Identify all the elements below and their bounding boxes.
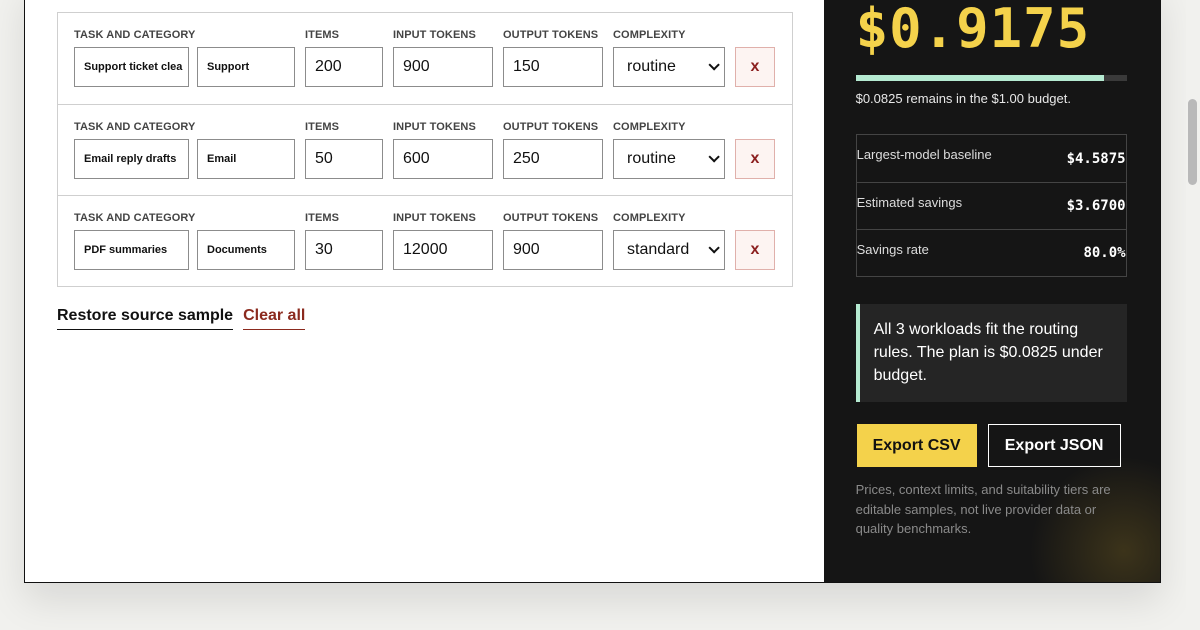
stat-value: $3.6700 — [1066, 198, 1126, 214]
output-tokens-input[interactable]: 250 — [503, 139, 603, 179]
status-note: All 3 workloads fit the routing rules. T… — [855, 304, 1127, 402]
category-input[interactable]: Email — [197, 139, 295, 179]
input-tokens-input[interactable]: 900 — [393, 47, 493, 87]
stats-table: Largest-model baseline $4.5875 Estimated… — [855, 134, 1127, 277]
task-category-label: TASK AND CATEGORY — [74, 29, 196, 41]
stat-savings: Estimated savings $3.6700 — [856, 182, 1126, 229]
output-tokens-label: OUTPUT TOKENS — [503, 29, 599, 41]
app-page: TASK AND CATEGORY ITEMS INPUT TOKENS OUT… — [24, 0, 1161, 583]
items-input[interactable]: 30 — [305, 230, 383, 270]
chevron-down-icon — [708, 151, 720, 163]
disclaimer-text: Prices, context limits, and suitability … — [855, 482, 1111, 536]
clear-all-button[interactable]: Clear all — [243, 307, 306, 330]
task-input[interactable]: PDF summaries — [74, 230, 189, 270]
scrollbar-track[interactable] — [1186, 0, 1200, 630]
category-input[interactable]: Support — [197, 47, 295, 87]
input-tokens-label: INPUT TOKENS — [393, 121, 476, 133]
items-label: ITEMS — [305, 29, 340, 41]
complexity-value: standard — [627, 241, 690, 258]
summary-panel: $0.9175 $0.0825 remains in the $1.00 bud… — [823, 0, 1160, 582]
complexity-label: COMPLEXITY — [613, 29, 686, 41]
stat-value: $4.5875 — [1066, 150, 1126, 167]
stat-label: Estimated savings — [856, 194, 963, 210]
task-category-label: TASK AND CATEGORY — [74, 121, 196, 133]
input-tokens-input[interactable]: 12000 — [393, 230, 493, 270]
complexity-value: routine — [627, 58, 676, 75]
stat-savings-rate: Savings rate 80.0% — [856, 229, 1126, 276]
budget-progress-fill — [855, 75, 1105, 81]
list-actions: Restore source sample Clear all — [57, 307, 306, 330]
stat-baseline: Largest-model baseline $4.5875 — [857, 135, 1126, 182]
remove-row-button[interactable]: x — [735, 230, 775, 270]
task-category-label: TASK AND CATEGORY — [74, 212, 196, 224]
chevron-down-icon — [708, 59, 720, 71]
items-label: ITEMS — [305, 121, 340, 133]
complexity-select[interactable]: routine — [613, 47, 725, 87]
total-cost: $0.9175 — [855, 0, 1091, 60]
stat-label: Savings rate — [856, 241, 929, 257]
chevron-down-icon — [708, 242, 720, 254]
complexity-label: COMPLEXITY — [613, 212, 686, 224]
stat-label: Largest-model baseline — [856, 147, 992, 162]
input-tokens-input[interactable]: 600 — [393, 139, 493, 179]
complexity-label: COMPLEXITY — [613, 121, 686, 133]
workload-row: TASK AND CATEGORY ITEMS INPUT TOKENS OUT… — [58, 104, 792, 195]
restore-sample-button[interactable]: Restore source sample — [57, 307, 234, 330]
budget-progress-bar — [855, 75, 1127, 81]
workload-list: TASK AND CATEGORY ITEMS INPUT TOKENS OUT… — [57, 12, 793, 287]
task-input[interactable]: Email reply drafts — [74, 139, 189, 179]
items-label: ITEMS — [305, 212, 340, 224]
workload-row: TASK AND CATEGORY ITEMS INPUT TOKENS OUT… — [58, 195, 792, 286]
output-tokens-label: OUTPUT TOKENS — [503, 121, 599, 133]
items-input[interactable]: 200 — [305, 47, 383, 87]
input-tokens-label: INPUT TOKENS — [393, 29, 476, 41]
output-tokens-input[interactable]: 150 — [503, 47, 603, 87]
items-input[interactable]: 50 — [305, 139, 383, 179]
input-tokens-label: INPUT TOKENS — [393, 212, 476, 224]
output-tokens-input[interactable]: 900 — [503, 230, 603, 270]
complexity-value: routine — [627, 150, 676, 167]
workload-row: TASK AND CATEGORY ITEMS INPUT TOKENS OUT… — [58, 13, 792, 104]
output-tokens-label: OUTPUT TOKENS — [503, 212, 599, 224]
category-input[interactable]: Documents — [197, 230, 295, 270]
export-csv-button[interactable]: Export CSV — [856, 424, 977, 467]
budget-remaining: $0.0825 remains in the $1.00 budget. — [855, 91, 1071, 106]
remove-row-button[interactable]: x — [735, 47, 775, 87]
complexity-select[interactable]: routine — [613, 139, 725, 179]
scrollbar-thumb[interactable] — [1188, 99, 1197, 185]
complexity-select[interactable]: standard — [613, 230, 725, 270]
stat-value: 80.0% — [1083, 245, 1126, 261]
workload-editor: TASK AND CATEGORY ITEMS INPUT TOKENS OUT… — [25, 0, 824, 582]
export-json-button[interactable]: Export JSON — [987, 424, 1121, 467]
task-input[interactable]: Support ticket clea — [74, 47, 189, 87]
remove-row-button[interactable]: x — [735, 139, 775, 179]
